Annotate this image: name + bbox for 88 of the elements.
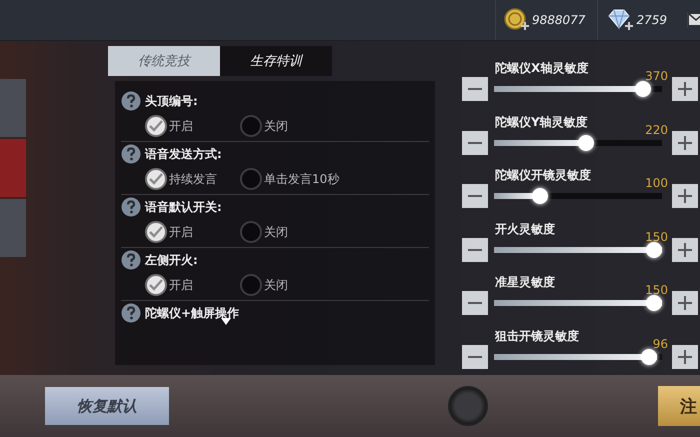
slider-label: 陀螺仪X轴灵敏度 [495,60,588,77]
plus-button[interactable] [672,238,698,262]
confirm-button[interactable]: 注 [658,386,700,426]
slider-label: 狙击开镜灵敏度 [495,328,579,344]
slider[interactable] [494,188,662,204]
option-label: 持续发言 [169,170,217,188]
minus-button[interactable] [462,344,488,368]
check-icon [148,172,164,186]
plus-button[interactable] [672,291,698,315]
radio-button[interactable] [240,274,262,296]
slider-value: 150 [645,230,668,244]
option-label: 关闭 [264,118,288,134]
slider-thumb[interactable] [646,242,662,258]
plus-button[interactable] [672,184,698,208]
help-icon[interactable] [121,250,141,270]
minus-button[interactable] [462,184,488,208]
currency-amount: 9888077 [532,13,586,27]
option-label: 关闭 [264,224,288,240]
minus-button[interactable] [462,77,488,101]
slider[interactable] [494,295,662,311]
plus-icon [677,134,693,150]
check-icon [148,278,164,292]
plus-icon [677,295,693,311]
help-icon[interactable] [121,197,141,217]
slider-thumb[interactable] [578,134,594,150]
slider-thumb[interactable] [532,188,548,204]
radio-button[interactable] [145,115,167,137]
check-icon [148,225,164,239]
slider[interactable] [494,348,662,364]
help-icon[interactable] [121,144,141,164]
option-label: 开启 [169,276,193,294]
slider-label: 开火灵敏度 [495,220,555,238]
option-label: 关闭 [264,276,288,294]
slider[interactable] [494,81,662,97]
coin-icon [504,8,530,32]
minus-button[interactable] [462,291,488,315]
slider-value: 370 [645,69,668,83]
setting-label: 头顶编号: [145,92,198,110]
plus-icon [677,348,693,364]
minus-icon [467,88,483,90]
slider-thumb[interactable] [646,295,662,311]
minus-icon [467,248,483,250]
setting-label: 语音发送方式: [145,146,222,162]
help-icon[interactable] [121,303,141,323]
slider[interactable] [494,242,662,258]
radio-button[interactable] [145,221,167,243]
option-label: 开启 [169,118,193,134]
minus-icon [467,356,483,358]
minus-button[interactable] [462,238,488,262]
slider-value: 150 [645,283,668,297]
setting-label: 左侧开火: [145,252,198,268]
minus-icon [467,142,483,144]
reset-button[interactable]: 恢复默认 [45,387,169,425]
slider[interactable] [494,134,662,150]
radio-button[interactable] [240,115,262,137]
plus-icon [677,242,693,258]
scroll-down-icon [221,318,231,325]
plus-button[interactable] [672,344,698,368]
diamond-icon [606,8,634,32]
check-icon [148,119,164,133]
radio-button[interactable] [145,168,167,190]
plus-button[interactable] [672,130,698,154]
slider-thumb[interactable] [635,81,652,97]
setting-label: 语音默认开关: [145,198,222,216]
option-label: 单击发言10秒 [264,170,340,188]
option-label: 开启 [169,224,193,240]
slider-label: 陀螺仪开镜灵敏度 [495,167,591,184]
minus-icon [467,195,483,197]
help-icon[interactable] [121,91,141,111]
setting-label: 陀螺仪+触屏操作 [145,304,240,322]
plus-icon [677,188,693,204]
slider-value: 220 [645,122,668,136]
slider-value: 96 [652,336,668,350]
plus-button[interactable] [672,77,698,101]
currency-amount: 2759 [636,13,667,27]
minus-button[interactable] [462,130,488,154]
radio-button[interactable] [145,274,167,296]
slider-label: 陀螺仪Y轴灵敏度 [495,114,588,130]
slider-value: 100 [645,176,668,190]
radio-button[interactable] [240,168,262,190]
mail-icon[interactable] [687,12,700,28]
slider-thumb[interactable] [641,348,658,364]
radio-button[interactable] [240,221,262,243]
tab[interactable]: 传统竞技 [108,46,220,76]
plus-icon [677,81,693,97]
slider-label: 准星灵敏度 [495,274,555,291]
minus-icon [467,302,483,304]
tab[interactable]: 生存特训 [220,46,332,76]
